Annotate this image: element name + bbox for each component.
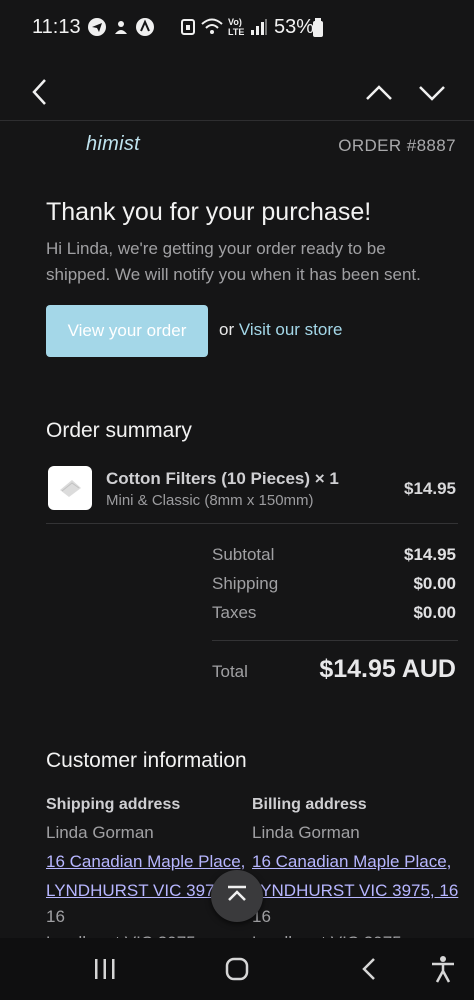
customer-info-title: Customer information	[46, 749, 247, 772]
chevron-up-icon[interactable]	[364, 82, 394, 107]
scroll-to-top-button[interactable]	[211, 870, 263, 922]
billing-name: Linda Gorman	[252, 823, 360, 842]
wifi-icon	[200, 17, 224, 42]
total-label: Total	[212, 662, 248, 681]
chevron-down-icon[interactable]	[417, 82, 447, 107]
battery-icon	[312, 18, 324, 43]
recent-apps-icon[interactable]	[93, 959, 117, 984]
billing-address-line2[interactable]: LYNDHURST VIC 3975, 16	[252, 881, 462, 901]
product-thumbnail	[48, 466, 92, 510]
subtotal-label: Subtotal	[212, 545, 275, 564]
total-value: $14.95 AUD	[319, 655, 456, 683]
shipping-label: Shipping	[212, 574, 279, 593]
back-icon[interactable]	[360, 957, 378, 986]
or-label: or	[219, 320, 235, 339]
product-variant: Mini & Classic (8mm x 150mm)	[106, 492, 314, 509]
summary-divider	[46, 523, 458, 524]
thank-you-message: Hi Linda, we're getting your order ready…	[46, 239, 421, 284]
order-number: ORDER #8887	[338, 136, 456, 155]
billing-address-line3: 16	[252, 907, 271, 926]
product-title: Cotton Filters (10 Pieces) × 1	[106, 469, 339, 488]
billing-address-line1[interactable]: 16 Canadian Maple Place,	[252, 852, 462, 872]
total-divider	[212, 640, 458, 641]
shipping-name: Linda Gorman	[46, 823, 154, 842]
signal-icon	[250, 18, 268, 41]
accessibility-icon[interactable]	[430, 955, 456, 988]
subtotal-value: $14.95	[404, 545, 456, 564]
battery-percent: 53%	[274, 16, 315, 38]
top-nav	[0, 56, 474, 120]
scroll-top-icon	[225, 884, 249, 909]
product-price: $14.95	[404, 479, 456, 498]
shipping-address-title: Shipping address	[46, 796, 181, 813]
chevron-left-icon[interactable]	[30, 78, 50, 111]
billing-address-block: Billing address Linda Gorman 16 Canadian…	[252, 796, 462, 953]
taxes-value: $0.00	[413, 603, 456, 622]
app-icon	[136, 18, 154, 36]
store-link-row: or Visit our store	[219, 320, 342, 340]
thank-you-title: Thank you for your purchase!	[46, 198, 372, 226]
system-nav-bar	[0, 938, 474, 1000]
status-time: 11:13	[32, 16, 81, 38]
status-bar: 11:13 Vo) LTE 53%	[0, 0, 474, 56]
shipping-address-block: Shipping address Linda Gorman 16 Canadia…	[46, 796, 252, 953]
order-summary-title: Order summary	[46, 419, 192, 442]
lock-icon	[180, 18, 196, 41]
messenger-icon	[112, 18, 130, 36]
brand-logo[interactable]: himist	[86, 133, 140, 156]
view-order-button[interactable]: View your order	[46, 305, 208, 357]
nav-divider	[0, 120, 474, 121]
telegram-icon	[88, 18, 106, 36]
shipping-value: $0.00	[413, 574, 456, 593]
shipping-address-line1[interactable]: 16 Canadian Maple Place,	[46, 852, 250, 872]
volte-icon: Vo) LTE	[228, 17, 245, 37]
visit-store-link[interactable]: Visit our store	[239, 320, 343, 339]
taxes-label: Taxes	[212, 603, 257, 622]
home-icon[interactable]	[225, 957, 249, 986]
billing-address-title: Billing address	[252, 796, 367, 813]
